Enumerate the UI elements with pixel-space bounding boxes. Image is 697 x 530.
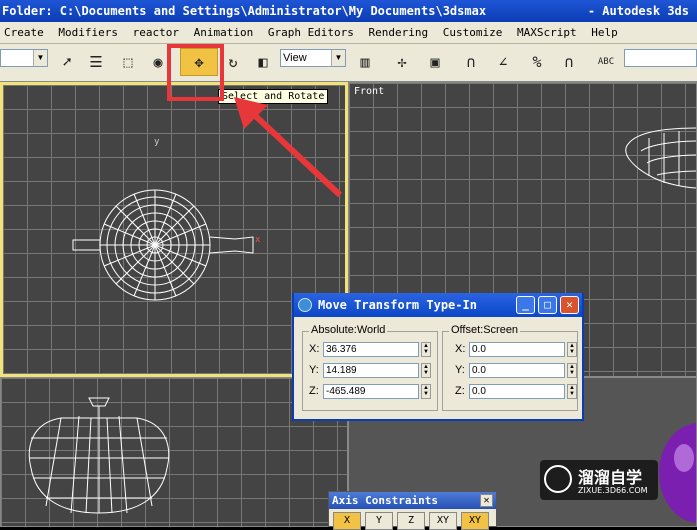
named-selection-set-field[interactable]	[624, 49, 697, 67]
axis-constraints-toolbar: Axis Constraints ✕ X Y Z XY XY	[328, 491, 497, 530]
watermark-text: 溜溜自学	[578, 468, 643, 487]
reference-coord-dropdown[interactable]: View ▼	[280, 49, 346, 67]
absolute-z-spinner[interactable]: ▲ ▼	[421, 384, 431, 399]
x-label: X:	[455, 343, 466, 355]
title-bar: Folder: C:\Documents and Settings\Admini…	[0, 0, 697, 22]
offset-z-input[interactable]: 0.0	[469, 384, 565, 399]
axis-xy-button[interactable]: XY	[429, 512, 457, 530]
keyboard-shortcut-icon[interactable]: ▣	[422, 48, 448, 76]
menu-customize[interactable]: Customize	[439, 22, 507, 44]
x-label: X:	[309, 343, 320, 355]
watermark-url: ZIXUE.3D66.COM	[578, 486, 648, 495]
axis-constraints-title-bar[interactable]: Axis Constraints ✕	[329, 492, 496, 509]
select-arrow-icon[interactable]: ➚	[56, 48, 78, 76]
z-label: Z:	[455, 385, 465, 397]
absolute-y-spinner[interactable]: ▲ ▼	[421, 363, 431, 378]
snap-toggle-icon[interactable]: ∩	[458, 48, 484, 76]
axis-y-button[interactable]: Y	[365, 512, 393, 530]
offset-y-spinner[interactable]: ▲ ▼	[567, 363, 577, 378]
pivot-center-icon[interactable]: ▥	[354, 48, 376, 76]
absolute-world-group: Absolute:World X: 36.376 ▲ ▼ Y: 14.189 ▲ ▼…	[302, 324, 438, 411]
named-selection-icon[interactable]: ABC	[594, 48, 618, 76]
spinner-snap-icon[interactable]: ∩	[556, 48, 582, 76]
annotation-highlight-box	[167, 44, 224, 101]
menu-maxscript[interactable]: MAXScript	[513, 22, 581, 44]
angle-snap-icon[interactable]: ∠	[490, 48, 516, 76]
y-label: Y:	[455, 364, 465, 376]
rect-selection-icon[interactable]: ⬚	[116, 48, 140, 76]
z-label: Z:	[309, 385, 319, 397]
main-toolbar: ▼ ➚ ☰ ⬚ ◉ ✥ ↻ ◧ View ▼ ▥ ✢ ▣ ∩ ∠ % ∩ ABC	[0, 44, 697, 82]
select-and-rotate-icon[interactable]: ↻	[222, 48, 244, 76]
app-name: - Autodesk 3ds	[587, 4, 689, 18]
offset-screen-group: Offset:Screen X: 0.0 ▲ ▼ Y: 0.0 ▲ ▼ Z: 0.0…	[442, 324, 578, 411]
close-icon[interactable]: ✕	[560, 296, 579, 314]
maximize-icon[interactable]: □	[538, 296, 557, 314]
menu-reactor[interactable]: reactor	[129, 22, 183, 44]
select-and-manipulate-icon[interactable]: ✢	[390, 48, 414, 76]
absolute-x-spinner[interactable]: ▲ ▼	[421, 342, 431, 357]
annotation-arrow-icon	[234, 97, 343, 198]
offset-y-input[interactable]: 0.0	[469, 363, 565, 378]
axis-xy-flyout-button[interactable]: XY	[461, 512, 489, 530]
offset-x-input[interactable]: 0.0	[469, 342, 565, 357]
menu-help[interactable]: Help	[587, 22, 622, 44]
close-icon[interactable]: ✕	[480, 494, 493, 507]
menu-create[interactable]: Create	[0, 22, 48, 44]
axis-x-button[interactable]: X	[333, 512, 361, 530]
axis-z-button[interactable]: Z	[397, 512, 425, 530]
watermark-logo-icon	[544, 465, 572, 493]
offset-group-label: Offset:Screen	[449, 324, 521, 336]
percent-snap-icon[interactable]: %	[524, 48, 550, 76]
menu-rendering[interactable]: Rendering	[365, 22, 433, 44]
absolute-x-input[interactable]: 36.376	[323, 342, 419, 357]
axis-label-y: y	[154, 137, 160, 147]
chevron-down-icon: ▼	[33, 50, 47, 66]
menu-bar: Create Modifiers reactor Animation Graph…	[0, 22, 697, 44]
menu-modifiers[interactable]: Modifiers	[54, 22, 122, 44]
reference-coord-value: View	[283, 52, 307, 64]
dialog-title-bar[interactable]: Move Transform Type-In _ □ ✕	[294, 293, 582, 317]
select-and-scale-icon[interactable]: ◧	[252, 48, 274, 76]
axis-constraints-title: Axis Constraints	[332, 494, 438, 507]
window-crossing-icon[interactable]: ◉	[148, 48, 168, 76]
menu-animation[interactable]: Animation	[190, 22, 258, 44]
app-logo-icon	[298, 298, 312, 312]
absolute-y-input[interactable]: 14.189	[323, 363, 419, 378]
selection-filter-dropdown[interactable]: ▼	[0, 49, 48, 67]
chevron-down-icon: ▼	[331, 50, 345, 66]
absolute-z-input[interactable]: -465.489	[323, 384, 419, 399]
watermark: 溜溜自学 ZIXUE.3D66.COM	[540, 460, 658, 500]
dialog-title: Move Transform Type-In	[318, 298, 477, 312]
window-title: Folder: C:\Documents and Settings\Admini…	[2, 4, 487, 18]
offset-x-spinner[interactable]: ▲ ▼	[567, 342, 577, 357]
minimize-icon[interactable]: _	[516, 296, 535, 314]
move-transform-dialog: Move Transform Type-In _ □ ✕ Absolute:Wo…	[292, 293, 584, 421]
select-by-name-icon[interactable]: ☰	[84, 48, 108, 76]
menu-graph-editors[interactable]: Graph Editors	[264, 22, 358, 44]
axis-label-x: x	[255, 235, 261, 245]
offset-z-spinner[interactable]: ▲ ▼	[567, 384, 577, 399]
y-label: Y:	[309, 364, 319, 376]
absolute-group-label: Absolute:World	[309, 324, 388, 336]
